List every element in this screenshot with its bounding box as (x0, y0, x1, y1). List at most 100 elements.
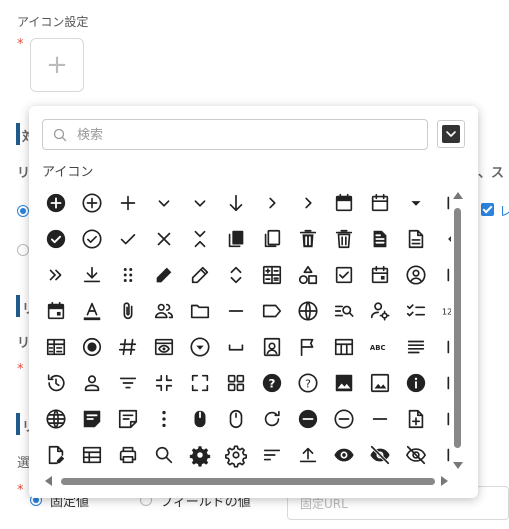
sort-icon[interactable] (254, 437, 290, 473)
folder-icon[interactable] (182, 293, 218, 329)
icon-category-dropdown[interactable] (437, 120, 465, 148)
partial-icon[interactable] (434, 437, 451, 473)
plus-circle-filled-icon[interactable] (38, 185, 74, 221)
shapes-icon[interactable] (290, 257, 326, 293)
image-icon[interactable] (362, 365, 398, 401)
numbers-icon[interactable]: 12 (434, 293, 451, 329)
preview-icon[interactable] (146, 329, 182, 365)
vertical-scroll-thumb[interactable] (454, 208, 461, 448)
partial-icon[interactable] (434, 185, 451, 221)
horizontal-scroll-thumb[interactable] (61, 478, 435, 485)
dropdown-circle-icon[interactable] (182, 329, 218, 365)
filter-icon[interactable] (110, 365, 146, 401)
download-icon[interactable] (74, 257, 110, 293)
copy-filled-icon[interactable] (218, 221, 254, 257)
scroll-left-arrow[interactable] (45, 476, 52, 486)
add-icon-button[interactable]: + (30, 38, 84, 92)
radio-selected[interactable] (17, 205, 29, 217)
hash-icon[interactable] (110, 329, 146, 365)
radio-unselected[interactable] (17, 244, 29, 256)
help-filled-icon[interactable]: ? (254, 365, 290, 401)
space-bar-icon[interactable] (218, 329, 254, 365)
image-filled-icon[interactable] (326, 365, 362, 401)
note-icon[interactable] (110, 401, 146, 437)
copy-icon[interactable] (254, 221, 290, 257)
chevron-down-icon[interactable] (146, 185, 182, 221)
checkbox-icon[interactable] (326, 257, 362, 293)
table-rows-icon[interactable] (38, 329, 74, 365)
mouse-filled-icon[interactable] (182, 401, 218, 437)
chevron-right-icon[interactable] (290, 185, 326, 221)
scroll-up-arrow[interactable] (453, 192, 463, 199)
partial-icon[interactable] (434, 329, 451, 365)
history-icon[interactable] (38, 365, 74, 401)
manage-account-icon[interactable] (362, 293, 398, 329)
double-chevron-right-icon[interactable] (38, 257, 74, 293)
scroll-down-arrow[interactable] (453, 462, 463, 469)
trash-icon[interactable] (326, 221, 362, 257)
event-filled-icon[interactable] (38, 293, 74, 329)
mouse-icon[interactable] (218, 401, 254, 437)
check-circle-filled-icon[interactable] (38, 221, 74, 257)
document-icon[interactable] (398, 221, 434, 257)
group-icon[interactable] (146, 293, 182, 329)
flag-icon[interactable] (290, 329, 326, 365)
help-icon[interactable]: ? (290, 365, 326, 401)
calendar-icon[interactable] (362, 185, 398, 221)
arrow-down-icon[interactable] (218, 185, 254, 221)
calendar-filled-icon[interactable] (326, 185, 362, 221)
vertical-scrollbar[interactable] (453, 192, 463, 472)
remove-circle-icon[interactable] (326, 401, 362, 437)
scroll-right-arrow[interactable] (441, 476, 448, 486)
icon-search-input[interactable] (75, 124, 419, 147)
more-vert-icon[interactable] (146, 401, 182, 437)
partial-icon[interactable] (434, 401, 451, 437)
note-filled-icon[interactable] (74, 401, 110, 437)
table-view-icon[interactable] (74, 437, 110, 473)
settings-icon[interactable] (218, 437, 254, 473)
text-lines-icon[interactable] (398, 329, 434, 365)
visibility-icon[interactable] (326, 437, 362, 473)
remove-icon[interactable] (362, 401, 398, 437)
pencil-icon[interactable] (182, 257, 218, 293)
drag-handle-icon[interactable] (110, 257, 146, 293)
pencil-filled-icon[interactable] (146, 257, 182, 293)
checkbox-checked[interactable] (481, 203, 494, 216)
icon-search-box[interactable] (42, 119, 428, 150)
edit-document-icon[interactable] (38, 437, 74, 473)
abc-icon[interactable]: ABC (362, 329, 398, 365)
calculator-icon[interactable] (254, 257, 290, 293)
chevron-down-icon[interactable] (182, 185, 218, 221)
document-filled-icon[interactable] (362, 221, 398, 257)
unfold-icon[interactable] (218, 257, 254, 293)
text-color-icon[interactable] (74, 293, 110, 329)
check-circle-icon[interactable] (74, 221, 110, 257)
fullscreen-icon[interactable] (182, 365, 218, 401)
remove-circle-filled-icon[interactable] (290, 401, 326, 437)
person-icon[interactable] (74, 365, 110, 401)
info-filled-icon[interactable] (398, 365, 434, 401)
grid-view-icon[interactable] (218, 365, 254, 401)
caret-down-icon[interactable] (398, 185, 434, 221)
partial-icon[interactable] (434, 257, 451, 293)
refresh-icon[interactable] (254, 401, 290, 437)
globe-icon[interactable] (290, 293, 326, 329)
collapse-icon[interactable] (182, 221, 218, 257)
fullscreen-exit-icon[interactable] (146, 365, 182, 401)
chevron-left-icon[interactable] (434, 221, 451, 257)
search-list-icon[interactable] (326, 293, 362, 329)
settings-filled-icon[interactable] (182, 437, 218, 473)
minus-icon[interactable] (218, 293, 254, 329)
badge-icon[interactable] (254, 329, 290, 365)
partial-icon[interactable] (434, 365, 451, 401)
visibility-off-filled-icon[interactable] (362, 437, 398, 473)
radio-checked-icon[interactable] (74, 329, 110, 365)
note-add-icon[interactable] (398, 401, 434, 437)
event-icon[interactable] (362, 257, 398, 293)
checklist-icon[interactable] (398, 293, 434, 329)
print-icon[interactable] (110, 437, 146, 473)
visibility-off-icon[interactable] (398, 437, 434, 473)
trash-filled-icon[interactable] (290, 221, 326, 257)
search-icon[interactable] (146, 437, 182, 473)
chevron-right-icon[interactable] (254, 185, 290, 221)
